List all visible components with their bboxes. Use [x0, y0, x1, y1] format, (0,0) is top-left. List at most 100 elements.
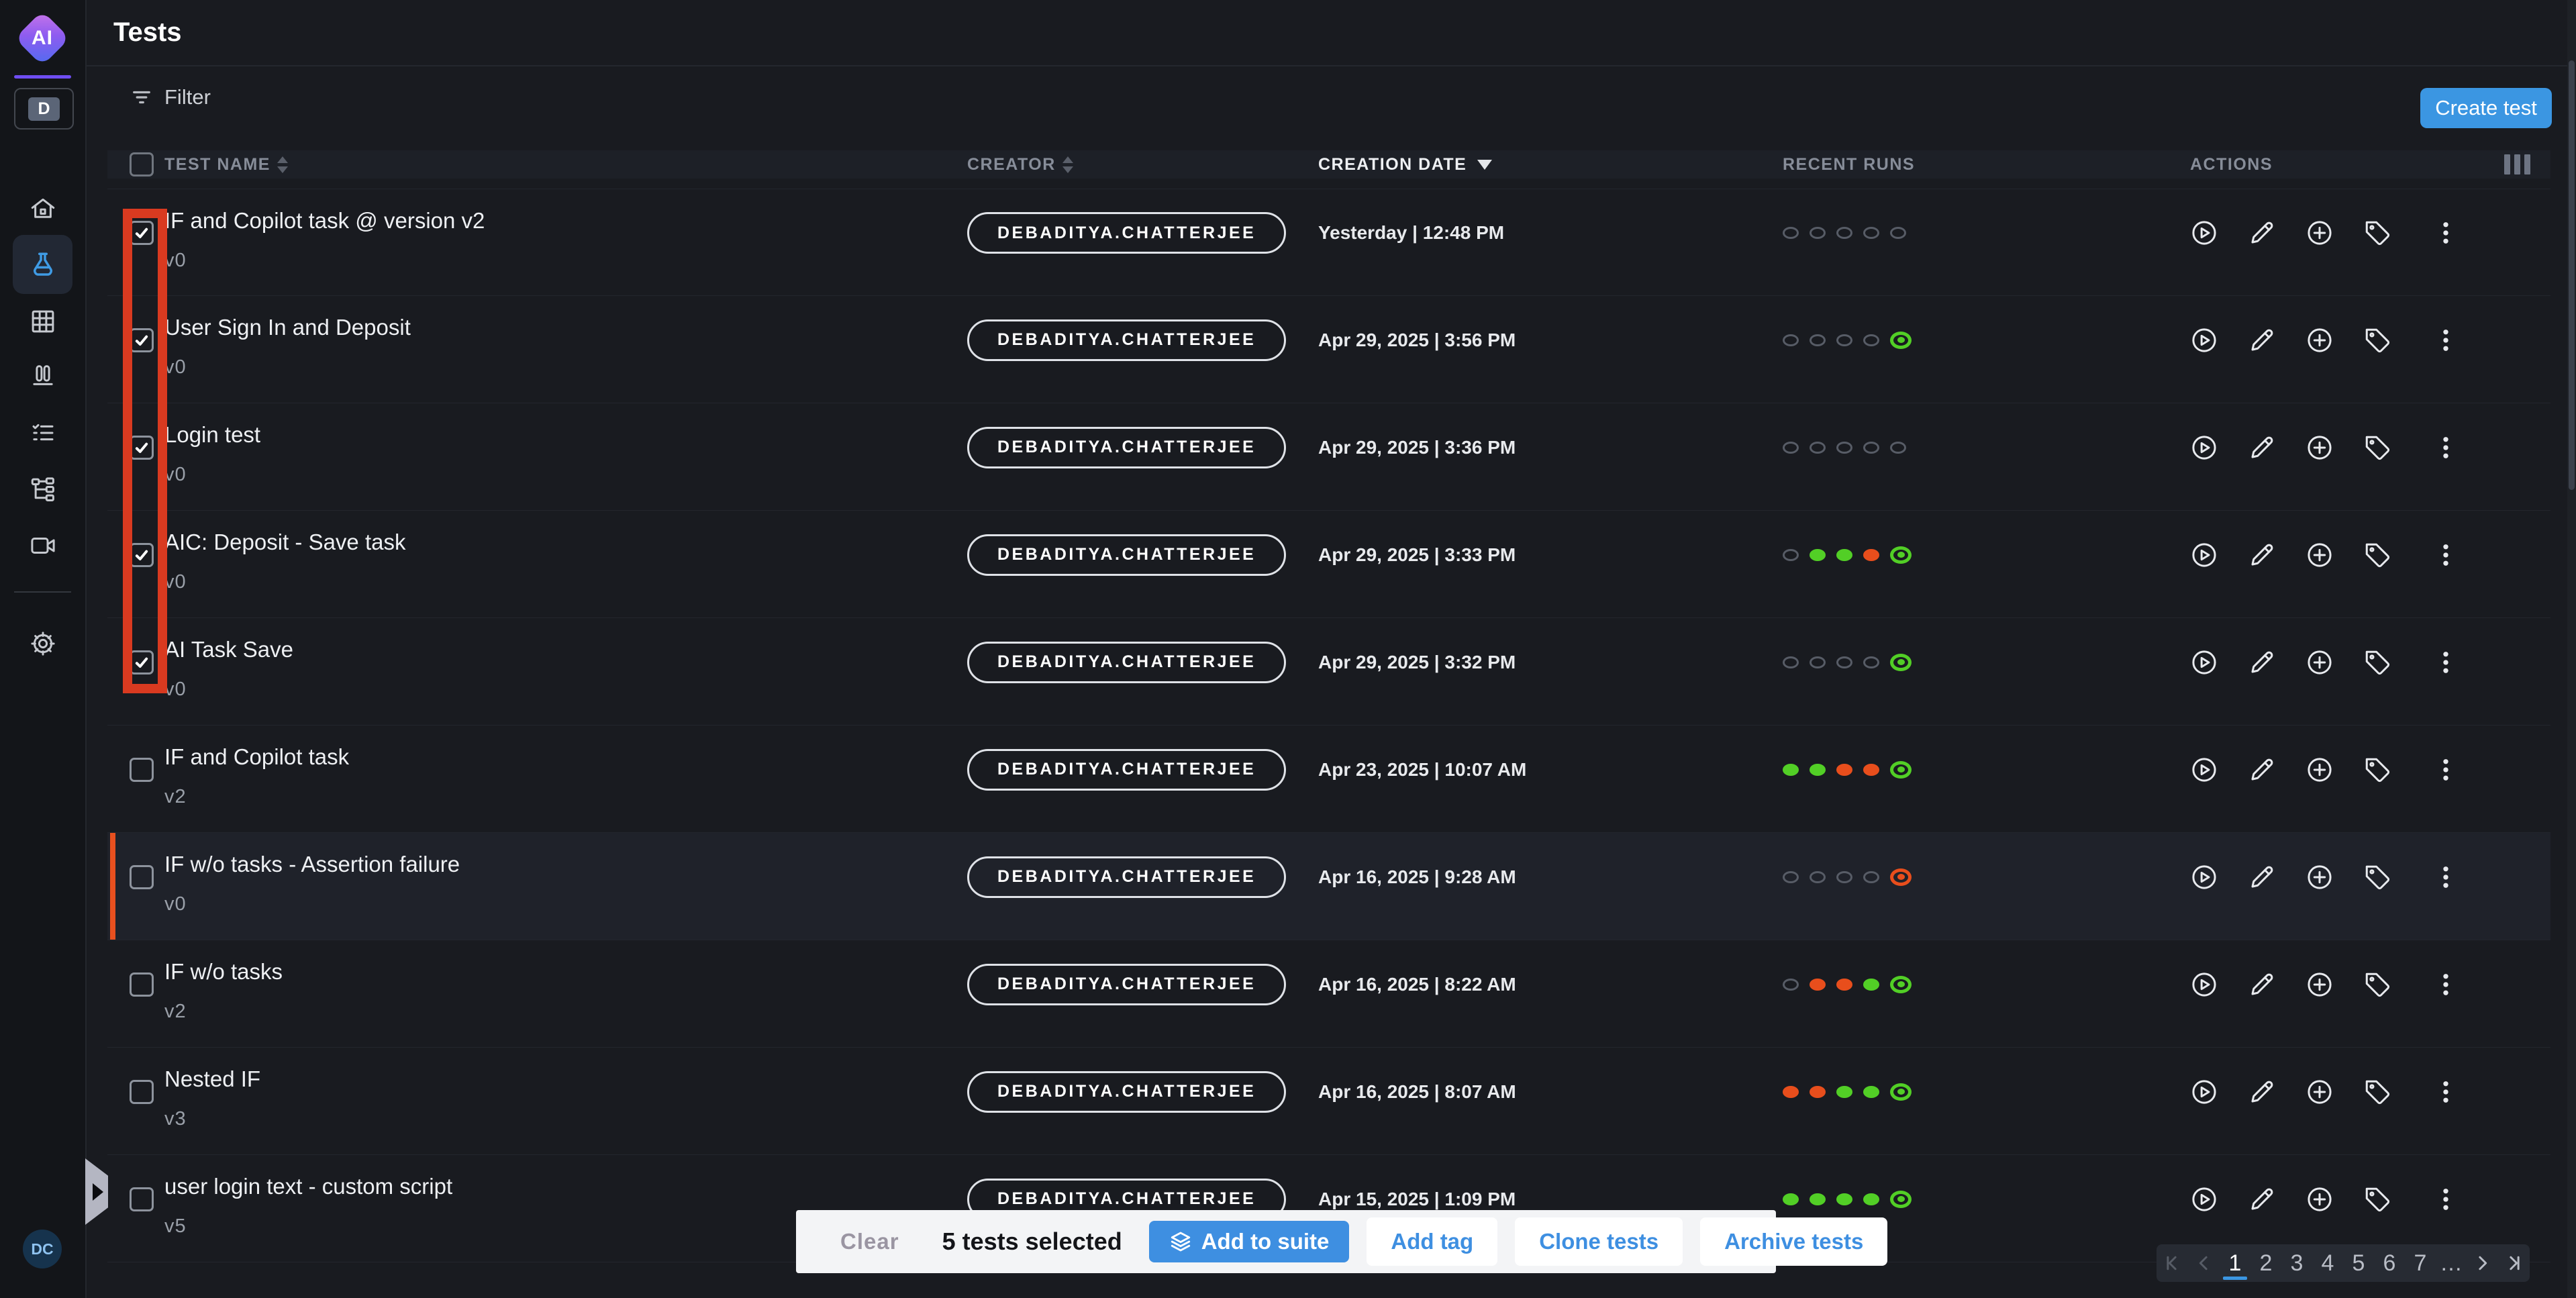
- page-number-3[interactable]: 3: [2281, 1248, 2312, 1279]
- add-to-suite-row-button[interactable]: [2306, 970, 2334, 999]
- next-page-button[interactable]: [2467, 1248, 2497, 1279]
- sidebar-item-workflow[interactable]: [0, 475, 85, 503]
- page-number-1[interactable]: 1: [2220, 1248, 2250, 1279]
- test-name[interactable]: IF w/o tasks: [164, 959, 283, 985]
- more-actions-button[interactable]: [2432, 970, 2460, 999]
- edit-test-button[interactable]: [2248, 326, 2276, 354]
- table-row[interactable]: AIC: Deposit - Save task v0 DEBADITYA.CH…: [107, 511, 2550, 618]
- workspace-switcher[interactable]: D: [14, 88, 74, 130]
- test-name[interactable]: IF and Copilot task @ version v2: [164, 208, 485, 234]
- run-test-button[interactable]: [2190, 326, 2218, 354]
- more-actions-button[interactable]: [2432, 434, 2460, 462]
- archive-tests-button[interactable]: Archive tests: [1700, 1217, 1887, 1266]
- edit-test-button[interactable]: [2248, 970, 2276, 999]
- page-number-6[interactable]: 6: [2374, 1248, 2405, 1279]
- table-row[interactable]: IF and Copilot task v2 DEBADITYA.CHATTER…: [107, 726, 2550, 833]
- add-to-suite-row-button[interactable]: [2306, 1078, 2334, 1106]
- row-checkbox[interactable]: [130, 758, 154, 782]
- page-number-5[interactable]: 5: [2343, 1248, 2374, 1279]
- run-test-button[interactable]: [2190, 219, 2218, 247]
- more-actions-button[interactable]: [2432, 1078, 2460, 1106]
- test-name[interactable]: user login text - custom script: [164, 1174, 452, 1199]
- column-creation-date[interactable]: CREATION DATE: [1318, 155, 1783, 174]
- more-actions-button[interactable]: [2432, 219, 2460, 247]
- clone-tests-button[interactable]: Clone tests: [1515, 1217, 1683, 1266]
- sidebar-item-tests[interactable]: [13, 235, 72, 294]
- select-all-checkbox[interactable]: [130, 152, 154, 177]
- test-name[interactable]: AI Task Save: [164, 637, 293, 662]
- column-test-name[interactable]: TEST NAME: [164, 155, 967, 174]
- row-checkbox[interactable]: [130, 328, 154, 352]
- run-test-button[interactable]: [2190, 1078, 2218, 1106]
- edit-test-button[interactable]: [2248, 541, 2276, 569]
- run-test-button[interactable]: [2190, 970, 2218, 999]
- add-to-suite-row-button[interactable]: [2306, 219, 2334, 247]
- filter-button[interactable]: Filter: [130, 85, 211, 109]
- edit-test-button[interactable]: [2248, 648, 2276, 677]
- tag-button[interactable]: [2363, 1185, 2391, 1213]
- add-to-suite-row-button[interactable]: [2306, 541, 2334, 569]
- tag-button[interactable]: [2363, 648, 2391, 677]
- test-name[interactable]: Nested IF: [164, 1066, 260, 1092]
- sidebar-item-test-tubes[interactable]: [0, 362, 85, 391]
- edit-test-button[interactable]: [2248, 1078, 2276, 1106]
- run-test-button[interactable]: [2190, 756, 2218, 784]
- test-name[interactable]: AIC: Deposit - Save task: [164, 530, 405, 555]
- run-test-button[interactable]: [2190, 434, 2218, 462]
- more-actions-button[interactable]: [2432, 541, 2460, 569]
- row-checkbox[interactable]: [130, 436, 154, 460]
- scrollbar-track[interactable]: [2567, 0, 2576, 1298]
- more-actions-button[interactable]: [2432, 648, 2460, 677]
- page-number-4[interactable]: 4: [2312, 1248, 2343, 1279]
- add-to-suite-row-button[interactable]: [2306, 326, 2334, 354]
- column-settings-icon[interactable]: [2504, 154, 2530, 174]
- table-row[interactable]: IF w/o tasks - Assertion failure v0 DEBA…: [107, 833, 2550, 940]
- more-actions-button[interactable]: [2432, 326, 2460, 354]
- test-name[interactable]: Login test: [164, 422, 260, 448]
- tag-button[interactable]: [2363, 756, 2391, 784]
- row-checkbox[interactable]: [130, 650, 154, 675]
- table-row[interactable]: IF w/o tasks v2 DEBADITYA.CHATTERJEE Apr…: [107, 940, 2550, 1048]
- tag-button[interactable]: [2363, 326, 2391, 354]
- add-tag-button[interactable]: Add tag: [1367, 1217, 1497, 1266]
- row-checkbox[interactable]: [130, 221, 154, 245]
- edit-test-button[interactable]: [2248, 1185, 2276, 1213]
- clear-selection-button[interactable]: Clear: [836, 1228, 903, 1255]
- row-checkbox[interactable]: [130, 865, 154, 889]
- more-actions-button[interactable]: [2432, 1185, 2460, 1213]
- app-logo[interactable]: AI: [20, 16, 64, 60]
- page-number-2[interactable]: 2: [2250, 1248, 2281, 1279]
- tag-button[interactable]: [2363, 1078, 2391, 1106]
- add-to-suite-row-button[interactable]: [2306, 648, 2334, 677]
- tag-button[interactable]: [2363, 863, 2391, 891]
- table-row[interactable]: Nested IF v3 DEBADITYA.CHATTERJEE Apr 16…: [107, 1048, 2550, 1155]
- tag-button[interactable]: [2363, 970, 2391, 999]
- create-test-button[interactable]: Create test: [2420, 88, 2552, 128]
- column-creator[interactable]: CREATOR: [967, 155, 1318, 174]
- test-name[interactable]: IF and Copilot task: [164, 744, 349, 770]
- run-test-button[interactable]: [2190, 541, 2218, 569]
- row-checkbox[interactable]: [130, 1187, 154, 1211]
- edit-test-button[interactable]: [2248, 219, 2276, 247]
- tag-button[interactable]: [2363, 219, 2391, 247]
- sidebar-item-checklist[interactable]: [0, 419, 85, 447]
- run-test-button[interactable]: [2190, 1185, 2218, 1213]
- last-page-button[interactable]: [2497, 1248, 2528, 1279]
- run-test-button[interactable]: [2190, 648, 2218, 677]
- scrollbar-thumb[interactable]: [2569, 60, 2575, 490]
- test-name[interactable]: IF w/o tasks - Assertion failure: [164, 852, 460, 877]
- table-row[interactable]: Login test v0 DEBADITYA.CHATTERJEE Apr 2…: [107, 403, 2550, 511]
- table-row[interactable]: User Sign In and Deposit v0 DEBADITYA.CH…: [107, 296, 2550, 403]
- page-number-7[interactable]: 7: [2405, 1248, 2436, 1279]
- add-to-suite-row-button[interactable]: [2306, 1185, 2334, 1213]
- sidebar-item-settings[interactable]: [0, 630, 85, 658]
- user-avatar[interactable]: DC: [23, 1230, 62, 1268]
- edit-test-button[interactable]: [2248, 756, 2276, 784]
- tag-button[interactable]: [2363, 541, 2391, 569]
- run-test-button[interactable]: [2190, 863, 2218, 891]
- sidebar-item-data-tables[interactable]: [0, 307, 85, 336]
- table-row[interactable]: IF and Copilot task @ version v2 v0 DEBA…: [107, 189, 2550, 296]
- first-page-button[interactable]: [2158, 1248, 2189, 1279]
- more-actions-button[interactable]: [2432, 863, 2460, 891]
- sidebar-item-home[interactable]: [0, 195, 85, 223]
